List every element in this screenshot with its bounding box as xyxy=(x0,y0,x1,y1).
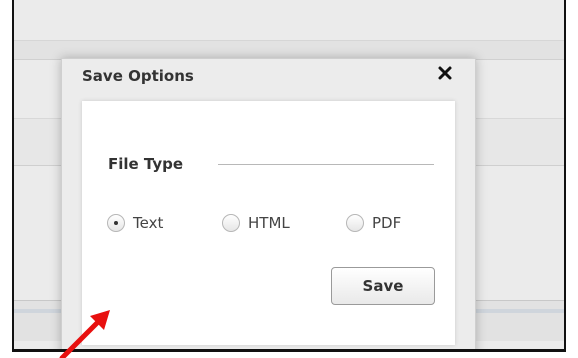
radio-button-html[interactable] xyxy=(222,214,240,232)
dialog-body: File Type Text HTML PDF Save xyxy=(82,101,455,345)
radio-option-pdf[interactable]: PDF xyxy=(346,212,401,234)
radio-label-pdf: PDF xyxy=(372,214,402,232)
save-button[interactable]: Save xyxy=(331,267,435,305)
red-arrow-icon xyxy=(59,310,110,358)
file-type-legend: File Type xyxy=(108,155,184,173)
background-toolbar-strip xyxy=(14,40,564,60)
close-icon[interactable] xyxy=(437,65,453,81)
dialog-title: Save Options xyxy=(82,67,194,85)
radio-label-text: Text xyxy=(133,214,164,232)
radio-option-text[interactable]: Text xyxy=(107,212,163,234)
radio-label-html: HTML xyxy=(248,214,290,232)
radio-option-html[interactable]: HTML xyxy=(222,212,290,234)
save-options-dialog: Save Options File Type Text HTML PDF Sav… xyxy=(61,58,476,349)
app-background: Save Options File Type Text HTML PDF Sav… xyxy=(12,0,566,352)
radio-button-text[interactable] xyxy=(107,214,125,232)
radio-button-pdf[interactable] xyxy=(346,214,364,232)
legend-divider xyxy=(218,164,434,165)
